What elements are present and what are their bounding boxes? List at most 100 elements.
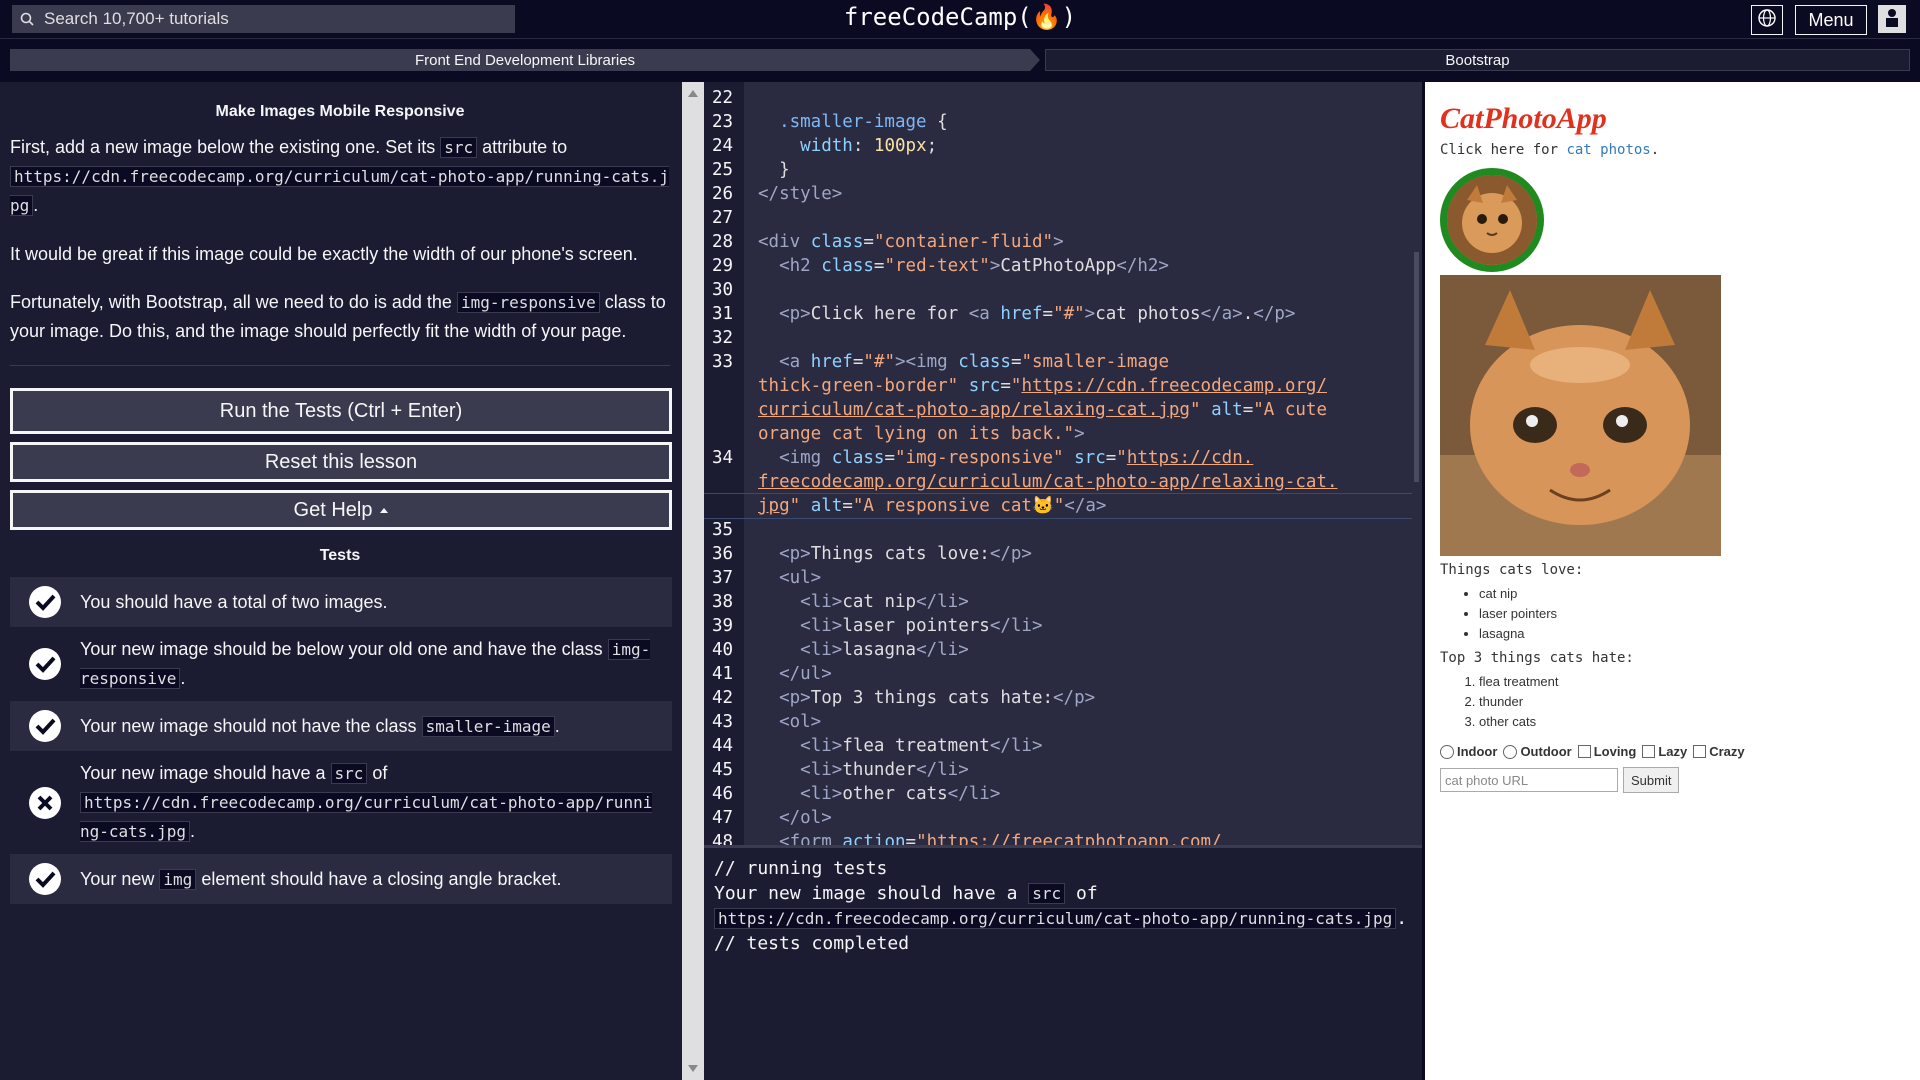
preview-pane[interactable]: CatPhotoApp Click here for cat photos. T…: [1425, 82, 1920, 1080]
inline-code: src: [1028, 883, 1066, 904]
line-number: 29: [712, 256, 734, 276]
indoor-radio[interactable]: Indoor: [1440, 744, 1497, 759]
code-line: 47 </ol>: [704, 806, 1422, 830]
breadcrumb: Front End Development Libraries Bootstra…: [10, 49, 1910, 71]
test-text: Your new image should be below your old …: [80, 635, 672, 693]
avatar[interactable]: [1878, 5, 1906, 33]
cat-photos-link[interactable]: cat photos: [1566, 142, 1650, 158]
test-pass-icon: [10, 647, 80, 681]
code-editor[interactable]: 22 23 .smaller-image { 24 width: 100px; …: [704, 82, 1422, 845]
code-line: 46 <li>other cats</li>: [704, 782, 1422, 806]
globe-icon: [1757, 8, 1777, 33]
hate-list: flea treatment thunder other cats: [1440, 672, 1910, 732]
breadcrumb-superblock[interactable]: Front End Development Libraries: [10, 49, 1040, 71]
code-lines[interactable]: 22 23 .smaller-image { 24 width: 100px; …: [704, 86, 1422, 845]
search-input[interactable]: [42, 8, 506, 30]
run-tests-button[interactable]: Run the Tests (Ctrl + Enter): [10, 388, 672, 434]
outdoor-radio[interactable]: Outdoor: [1503, 744, 1572, 759]
divider: [10, 365, 670, 366]
line-number: 45: [712, 760, 734, 780]
test-pass-icon: [10, 585, 80, 619]
checkbox-box[interactable]: [1642, 745, 1656, 758]
test-pass-icon: [10, 709, 80, 743]
checkbox-label: Crazy: [1709, 744, 1745, 759]
code-line: 23 .smaller-image {: [704, 110, 1422, 134]
radio-label: Outdoor: [1520, 744, 1572, 759]
test-fail-icon: [10, 786, 80, 820]
radio-label: Indoor: [1457, 744, 1498, 759]
crazy-checkbox[interactable]: Crazy: [1693, 744, 1745, 759]
line-number: 38: [712, 592, 734, 612]
breadcrumb-block[interactable]: Bootstrap: [1045, 49, 1910, 71]
line-number: 22: [712, 88, 734, 108]
get-help-button[interactable]: Get Help: [10, 490, 672, 530]
line-number: [704, 470, 744, 494]
radio-circle[interactable]: [1440, 744, 1454, 759]
code-line: freecodecamp.org/curriculum/cat-photo-ap…: [704, 470, 1422, 494]
line-number: 40: [712, 640, 734, 660]
console-line: Your new image should have a src of: [714, 881, 1412, 906]
line-number: 33: [712, 352, 734, 372]
line-number: 48: [712, 832, 734, 845]
lesson-paragraph-1: First, add a new image below the existin…: [10, 133, 670, 220]
line-number: 47: [712, 808, 734, 828]
code-line: 24 width: 100px;: [704, 134, 1422, 158]
tests-title: Tests: [319, 547, 361, 564]
loving-checkbox[interactable]: Loving: [1577, 744, 1636, 759]
text: element should have a closing angle brac…: [196, 868, 562, 889]
url-form: Submit: [1440, 767, 1910, 793]
checkbox-label: Lazy: [1658, 744, 1688, 759]
text: Your new image should be below your old …: [80, 639, 608, 659]
code-line: 25 }: [704, 158, 1422, 182]
test-text: You should have a total of two images.: [80, 588, 402, 616]
instructions-panel: Make Images Mobile Responsive First, add…: [0, 82, 682, 1080]
panel-splitter-scrollbar[interactable]: [682, 82, 704, 1080]
radio-circle[interactable]: [1503, 744, 1518, 759]
search-bar[interactable]: [12, 5, 515, 33]
scroll-down-icon[interactable]: [688, 1065, 698, 1072]
code-line: 41 </ul>: [704, 662, 1422, 686]
love-title: Things cats love:: [1440, 562, 1584, 578]
code-line: 40 <li>lasagna</li>: [704, 638, 1422, 662]
responsive-cat-image[interactable]: [1440, 275, 1721, 556]
text: of: [1065, 883, 1098, 904]
get-help-label: Get Help: [293, 498, 373, 521]
code-line: 39 <li>laser pointers</li>: [704, 614, 1422, 638]
line-number: [704, 374, 744, 398]
line-number: 41: [712, 664, 734, 684]
cat-photo-url-input[interactable]: [1440, 768, 1618, 792]
list-item: cat nip: [1479, 584, 1910, 604]
menu-button[interactable]: Menu: [1795, 5, 1867, 35]
test-list: You should have a total of two images. Y…: [10, 577, 672, 904]
code-line: 28 <div class="container-fluid">: [704, 230, 1422, 254]
text: First, add a new image below the existin…: [10, 137, 441, 157]
lazy-checkbox[interactable]: Lazy: [1642, 744, 1687, 759]
inline-code: img-responsive: [456, 292, 600, 313]
code-line: jpg" alt="A responsive cat🐱"</a>: [704, 493, 1422, 519]
line-number: 26: [712, 184, 734, 204]
line-number: 32: [712, 328, 734, 348]
text: You should have a total of two images.: [80, 592, 388, 612]
smaller-cat-image[interactable]: [1440, 168, 1544, 272]
options-row: Indoor Outdoor Loving Lazy Crazy: [1440, 744, 1910, 759]
scroll-up-icon[interactable]: [688, 90, 698, 97]
reset-lesson-button[interactable]: Reset this lesson: [10, 442, 672, 482]
list-item: lasagna: [1479, 624, 1910, 644]
editor-scrollbar[interactable]: [1412, 82, 1422, 845]
text: .: [1650, 142, 1660, 158]
submit-button[interactable]: Submit: [1623, 767, 1680, 793]
line-number: 37: [712, 568, 734, 588]
line-number: 24: [712, 136, 734, 156]
language-button[interactable]: [1751, 5, 1783, 35]
inline-code: smaller-image: [421, 715, 555, 737]
line-number: 34: [712, 448, 734, 468]
inline-code: https://cdn.freecodecamp.org/curriculum/…: [80, 792, 653, 842]
code-line: 30: [704, 278, 1422, 302]
preview-paragraph: Click here for cat photos.: [1440, 142, 1910, 158]
checkbox-box[interactable]: [1577, 745, 1591, 758]
code-line: 38 <li>cat nip</li>: [704, 590, 1422, 614]
scrollbar-thumb[interactable]: [1414, 252, 1419, 482]
checkbox-box[interactable]: [1693, 745, 1707, 758]
list-item: flea treatment: [1479, 672, 1910, 692]
line-number: 39: [712, 616, 734, 636]
